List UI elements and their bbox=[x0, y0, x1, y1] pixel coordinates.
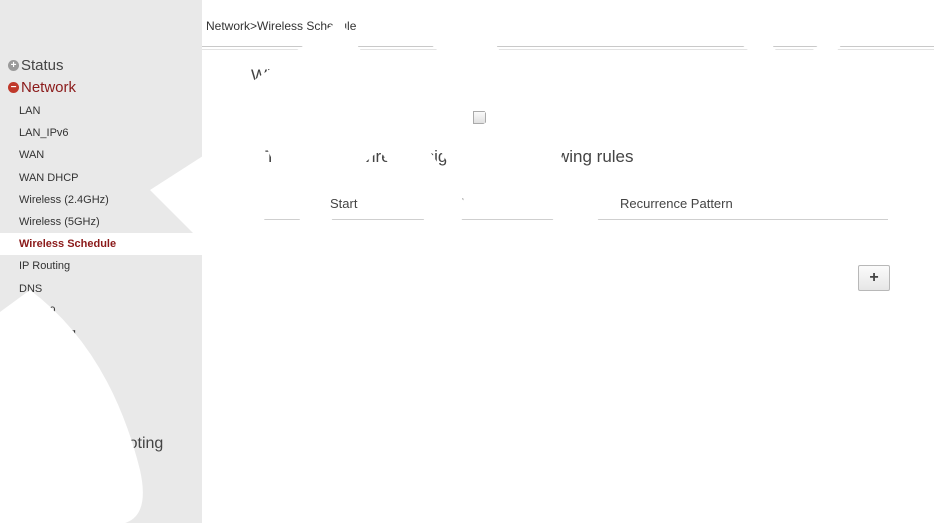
add-rule-button[interactable]: + bbox=[858, 265, 890, 291]
sidebar-item-wireless-5ghz[interactable]: Wireless (5GHz) bbox=[0, 211, 202, 233]
column-header-start: Start bbox=[330, 196, 358, 211]
sidebar-item-lan[interactable]: LAN bbox=[0, 100, 202, 122]
header-divider bbox=[202, 46, 934, 50]
nav-section-label: Security bbox=[21, 351, 79, 369]
sidebar-item-qos-config[interactable]: QoS Config bbox=[0, 322, 202, 344]
nav-section-maintenance[interactable]: + Maintenance bbox=[0, 402, 202, 430]
nav-section-label: Application bbox=[21, 379, 100, 397]
schedule-function-checkbox[interactable] bbox=[473, 111, 486, 124]
sidebar: + Status − Network LAN LAN_IPv6 WAN WAN … bbox=[0, 0, 202, 523]
nav-section-label: Network bbox=[21, 78, 77, 96]
expand-icon: + bbox=[8, 382, 19, 394]
nav-section-rg-troubleshooting[interactable]: + RG Troubleshooting bbox=[0, 430, 202, 458]
collapse-icon: − bbox=[8, 81, 19, 93]
sidebar-item-tr-069[interactable]: TR-069 bbox=[0, 300, 202, 322]
rules-title: Turn off the Wireless signal by the foll… bbox=[265, 147, 634, 166]
sidebar-bottom-sections: + Security + Application + Maintenance +… bbox=[0, 346, 202, 458]
rules-table-header: Start End Recurrence Pattern bbox=[263, 196, 888, 220]
expand-icon: + bbox=[8, 410, 19, 422]
nav-section-security[interactable]: + Security bbox=[0, 346, 202, 374]
column-header-end: End bbox=[441, 196, 465, 211]
network-submenu: LAN LAN_IPv6 WAN WAN DHCP Wireless (2.4G… bbox=[0, 100, 202, 344]
nav-section-label: Maintenance bbox=[21, 407, 113, 425]
watermark-letter-f bbox=[380, 0, 610, 260]
expand-icon: + bbox=[8, 59, 19, 71]
sidebar-item-lan-ipv6[interactable]: LAN_IPv6 bbox=[0, 122, 202, 144]
sidebar-item-wireless-schedule[interactable]: Wireless Schedule bbox=[0, 233, 202, 256]
expand-icon: + bbox=[8, 354, 19, 366]
column-header-recurrence-pattern: Recurrence Pattern bbox=[620, 196, 733, 211]
schedule-function-label: Schedule Function bbox=[278, 110, 377, 122]
section-title: Wireless Mode bbox=[251, 66, 364, 85]
nav-section-label: RG Troubleshooting bbox=[21, 435, 164, 453]
nav-section-application[interactable]: + Application bbox=[0, 374, 202, 402]
nav-section-label: Status bbox=[21, 56, 64, 74]
sidebar-item-wireless-24ghz[interactable]: Wireless (2.4GHz) bbox=[0, 189, 202, 211]
plus-icon: + bbox=[869, 269, 879, 286]
sidebar-item-ip-routing[interactable]: IP Routing bbox=[0, 255, 202, 277]
sidebar-item-wan-dhcp[interactable]: WAN DHCP bbox=[0, 167, 202, 189]
sidebar-item-dns[interactable]: DNS bbox=[0, 278, 202, 300]
sidebar-header-space bbox=[0, 0, 202, 54]
nav-section-status[interactable]: + Status bbox=[0, 54, 202, 76]
expand-icon: + bbox=[8, 438, 19, 450]
sidebar-item-wan[interactable]: WAN bbox=[0, 144, 202, 166]
breadcrumb: Network>Wireless Schedule bbox=[206, 19, 357, 33]
nav-section-network[interactable]: − Network bbox=[0, 76, 202, 98]
